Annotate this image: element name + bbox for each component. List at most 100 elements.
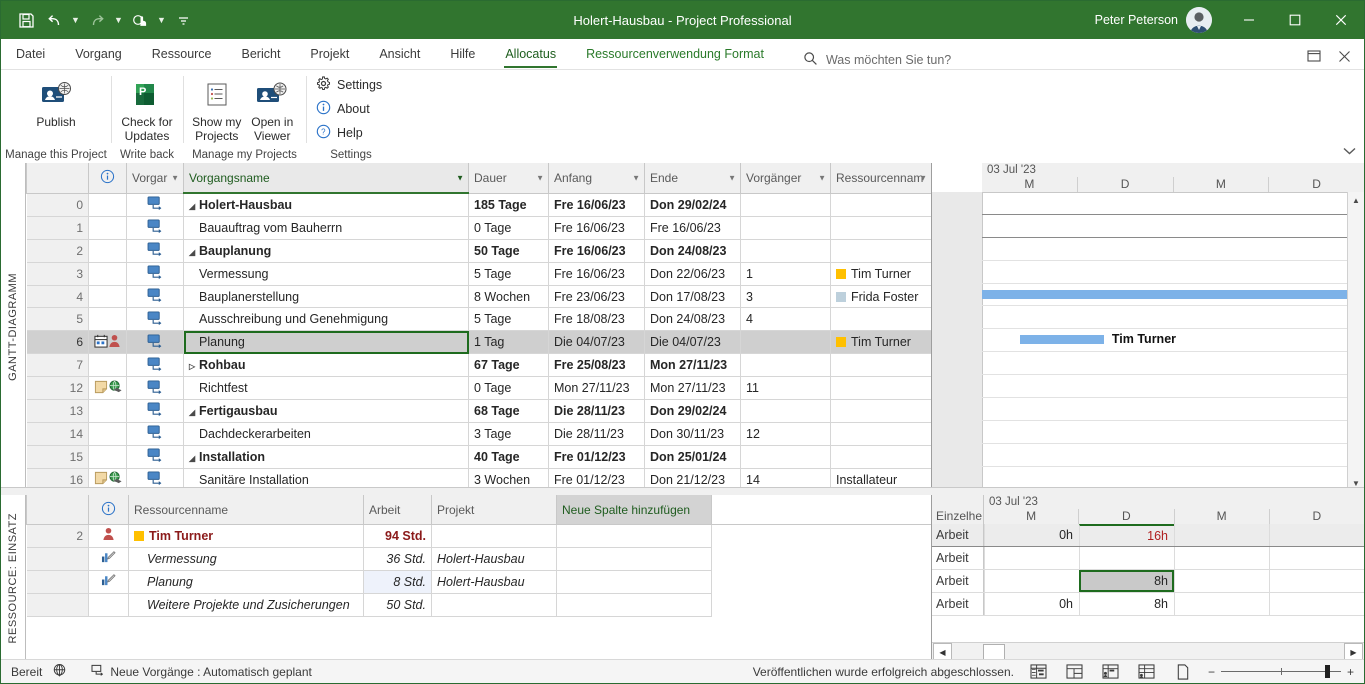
open-in-viewer-button[interactable]: Open in Viewer — [245, 74, 301, 143]
table-row[interactable]: 4 Bauplanerstellung 8 Wochen Fre 23/06/23 Do… — [26, 285, 931, 309]
timephased-cell[interactable] — [1174, 546, 1269, 569]
row-number[interactable]: 6 — [26, 330, 89, 355]
expand-triangle-icon[interactable]: ▷ — [189, 362, 199, 371]
start-header[interactable]: Anfang ▼ — [548, 163, 645, 194]
start-cell[interactable]: Die 28/11/23 — [548, 422, 645, 446]
chevron-down-icon[interactable]: ▼ — [171, 173, 179, 182]
usage-detail-row[interactable]: Arbeit 8h — [932, 569, 1364, 593]
user-name[interactable]: Peter Peterson — [1095, 13, 1178, 27]
assignment-icon[interactable] — [101, 574, 116, 590]
row-indicators[interactable] — [88, 399, 127, 423]
finish-cell[interactable]: Mon 27/11/23 — [644, 376, 741, 401]
finish-cell[interactable]: Don 29/02/24 — [644, 193, 741, 217]
start-cell[interactable]: Fre 25/08/23 — [548, 353, 645, 378]
task-mode-cell[interactable] — [126, 193, 184, 217]
usage-hscroll-thumb[interactable] — [983, 643, 1005, 661]
predecessor-cell[interactable]: 4 — [740, 307, 831, 332]
predecessor-cell[interactable] — [740, 330, 831, 355]
resource-name-cell[interactable]: Tim Turner — [128, 524, 364, 548]
work-cell[interactable]: 50 Std. — [363, 593, 432, 617]
start-cell[interactable]: Die 04/07/23 — [548, 330, 645, 355]
timephased-cell[interactable] — [1174, 524, 1269, 546]
start-cell[interactable]: Fre 01/12/23 — [548, 445, 645, 469]
redo-icon[interactable] — [84, 7, 110, 33]
auto-scheduled-icon[interactable] — [147, 219, 164, 236]
task-mode-cell[interactable] — [126, 376, 184, 401]
task-name-cell[interactable]: Ausschreibung und Genehmigung — [183, 307, 469, 332]
gantt-row[interactable] — [982, 238, 1364, 261]
row-indicators[interactable] — [88, 524, 129, 548]
row-number[interactable]: 13 — [26, 399, 89, 423]
calendar-icon[interactable] — [94, 334, 108, 351]
chevron-down-icon[interactable]: ▼ — [632, 173, 640, 182]
tab-bericht[interactable]: Bericht — [227, 40, 296, 69]
schedule-mode[interactable]: Neue Vorgänge : Automatisch geplant — [91, 664, 312, 679]
project-cell[interactable]: Holert-Hausbau — [431, 547, 557, 571]
resource-cell[interactable] — [830, 376, 931, 401]
list-item[interactable]: 2 Tim Turner 94 Std. — [26, 524, 932, 548]
timephased-cell[interactable] — [1269, 546, 1364, 569]
collapse-triangle-icon[interactable]: ◢ — [189, 248, 199, 257]
table-row[interactable]: 1 Bauauftrag vom Bauherrn 0 Tage Fre 16/06/… — [26, 216, 931, 240]
start-cell[interactable]: Die 28/11/23 — [548, 399, 645, 423]
zoom-out-button[interactable]: − — [1208, 665, 1215, 679]
tell-me-search[interactable]: Was möchten Sie tun? — [803, 51, 951, 69]
predecessor-cell[interactable]: 1 — [740, 262, 831, 286]
predecessor-cell[interactable] — [740, 216, 831, 240]
check-for-updates-button[interactable]: P Check for Updates — [117, 74, 177, 143]
row-number[interactable] — [26, 593, 89, 617]
task-name-cell[interactable]: Bauauftrag vom Bauherrn — [183, 216, 469, 240]
timephased-cell[interactable]: 8h — [1079, 569, 1174, 592]
gantt-row[interactable] — [982, 306, 1364, 330]
show-my-projects-button[interactable]: Show my Projects — [189, 74, 245, 143]
row-indicators[interactable] — [88, 307, 127, 332]
gantt-row[interactable] — [982, 215, 1364, 238]
finish-cell[interactable]: Don 22/06/23 — [644, 262, 741, 286]
usage-timescale-cell[interactable]: M — [984, 509, 1078, 524]
row-indicators[interactable] — [88, 376, 127, 401]
ribbon-display-options-icon[interactable] — [1300, 43, 1328, 69]
usage-detail-row[interactable]: Arbeit 0h 8h — [932, 592, 1364, 616]
task-name-cell[interactable]: Richtfest — [183, 376, 469, 401]
chevron-down-icon[interactable]: ▼ — [818, 173, 826, 182]
collapse-triangle-icon[interactable]: ◢ — [189, 408, 199, 417]
about-button[interactable]: About — [316, 98, 388, 119]
team-planner-icon[interactable] — [1100, 663, 1122, 681]
finish-cell[interactable]: Don 29/02/24 — [644, 399, 741, 423]
work-cell[interactable]: 36 Std. — [363, 547, 432, 571]
resource-name-cell[interactable]: Planung — [128, 570, 364, 594]
task-name-cell[interactable]: Vermessung — [183, 262, 469, 286]
duration-cell[interactable]: 3 Tage — [468, 422, 549, 446]
gantt-timescale-header[interactable]: 03 Jul '23 M D M D — [982, 163, 1364, 193]
row-number[interactable]: 1 — [26, 216, 89, 240]
resource-cell[interactable] — [830, 353, 931, 378]
gantt-row[interactable] — [982, 284, 1364, 307]
scroll-up-icon[interactable]: ▲ — [1348, 192, 1364, 208]
auto-scheduled-icon[interactable] — [147, 448, 164, 465]
duration-cell[interactable]: 40 Tage — [468, 445, 549, 469]
avatar[interactable] — [1186, 7, 1212, 33]
task-mode-cell[interactable] — [126, 307, 184, 332]
duration-cell[interactable]: 0 Tage — [468, 216, 549, 240]
table-row[interactable]: 7 ▷ Rohbau 67 Tage Fre 25/08/23 Mon 27/11/23 — [26, 353, 931, 378]
row-number[interactable]: 7 — [26, 353, 89, 378]
duration-cell[interactable]: 50 Tage — [468, 239, 549, 263]
timephased-cell[interactable] — [1079, 546, 1174, 569]
duration-cell[interactable]: 0 Tage — [468, 376, 549, 401]
resource-name-header[interactable]: Ressourcenname — [128, 495, 364, 525]
task-name-cell[interactable]: ◢ Installation — [183, 445, 469, 469]
chevron-down-icon[interactable]: ▼ — [536, 173, 544, 182]
add-new-column-header[interactable]: Neue Spalte hinzufügen — [556, 495, 712, 525]
finish-cell[interactable]: Fre 16/06/23 — [644, 216, 741, 240]
task-mode-cell[interactable] — [126, 445, 184, 469]
auto-scheduled-icon[interactable] — [147, 196, 164, 213]
row-indicators[interactable] — [88, 285, 127, 309]
work-header[interactable]: Arbeit — [363, 495, 432, 525]
row-number[interactable]: 12 — [26, 376, 89, 401]
table-row[interactable]: 12 Richtfest 0 Tage Mon 27/11/23 Mon 27/11/2… — [26, 376, 931, 401]
settings-button[interactable]: Settings — [316, 74, 388, 95]
task-name-cell[interactable]: ◢ Fertigausbau — [183, 399, 469, 423]
timephased-cell[interactable] — [1174, 592, 1269, 615]
usage-indicators-header[interactable] — [88, 495, 129, 525]
predecessor-cell[interactable] — [740, 239, 831, 263]
